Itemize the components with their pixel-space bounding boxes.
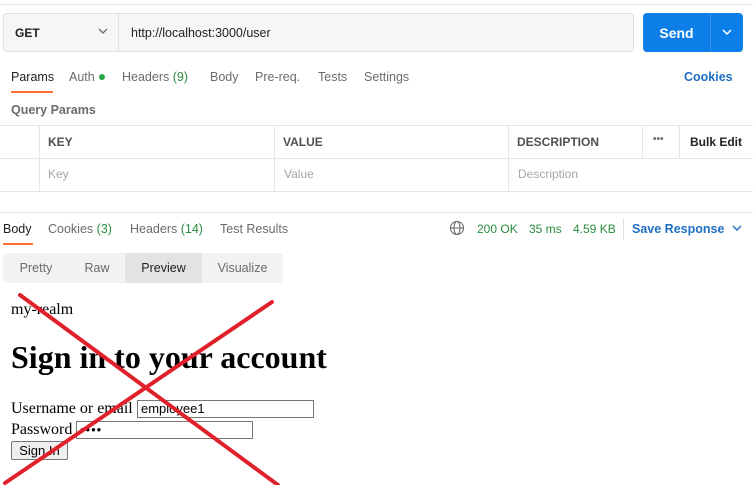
save-response-button[interactable]: Save Response [632,222,742,236]
query-params-title: Query Params [11,103,96,117]
col-divider [642,125,643,158]
response-tab-cookies[interactable]: Cookies (3) [48,222,112,236]
url-input[interactable]: http://localhost:3000/user [131,14,271,51]
tab-body[interactable]: Body [210,70,239,84]
view-preview[interactable]: Preview [125,253,202,283]
response-tab-test-results[interactable]: Test Results [220,222,288,236]
column-header-description: DESCRIPTION [517,135,600,149]
tab-headers[interactable]: Headers (9) [122,70,188,84]
send-button-group: Send [643,13,743,52]
method-select[interactable]: GET [4,14,119,51]
status-code[interactable]: 200 OK [477,222,518,236]
response-tab-cookies-label: Cookies [48,222,94,236]
table-border-mid [0,158,753,159]
col-divider [274,125,275,192]
chevron-down-icon [721,25,733,41]
send-options-button[interactable] [711,13,743,52]
status-divider [623,218,624,240]
table-border-bottom [0,191,753,192]
chevron-down-icon [98,26,108,39]
chevron-down-icon [732,222,742,236]
bulk-edit-button[interactable]: Bulk Edit [690,135,742,149]
response-headers-count: (14) [180,222,203,236]
response-preview: my-realm Sign in to your account Usernam… [0,290,753,485]
headers-count: (9) [172,70,189,84]
col-divider [39,125,40,192]
view-raw[interactable]: Raw [69,253,125,283]
view-pretty[interactable]: Pretty [3,253,69,283]
description-input[interactable]: Description [518,167,578,181]
active-tab-indicator [11,91,53,93]
view-visualize[interactable]: Visualize [202,253,283,283]
params-table: KEY VALUE DESCRIPTION ••• Bulk Edit Key … [0,125,753,192]
col-divider [679,125,680,158]
tab-headers-label: Headers [122,70,170,84]
save-response-label: Save Response [632,222,725,236]
tab-auth[interactable]: Auth [69,70,105,84]
response-tab-body[interactable]: Body [3,222,32,236]
column-header-key: KEY [48,135,73,149]
key-input[interactable]: Key [48,167,69,181]
response-tab-headers-label: Headers [130,222,178,236]
table-border-top [0,125,753,126]
tab-settings[interactable]: Settings [364,70,409,84]
send-button[interactable]: Send [643,13,710,52]
tab-prereq[interactable]: Pre-req. [255,70,300,84]
cookies-count: (3) [96,222,112,236]
response-size[interactable]: 4.59 KB [573,222,616,236]
method-label: GET [15,25,40,40]
view-mode-toggle: Pretty Raw Preview Visualize [3,253,283,283]
column-header-value: VALUE [283,135,323,149]
tab-auth-label: Auth [69,70,95,84]
active-response-tab-indicator [3,243,33,245]
value-input[interactable]: Value [284,167,314,181]
response-time[interactable]: 35 ms [529,222,562,236]
request-bar: GET http://localhost:3000/user [3,13,634,52]
response-divider [0,212,753,213]
cookies-link[interactable]: Cookies [684,70,733,84]
red-cross-mark [3,293,280,485]
more-options-button[interactable]: ••• [653,134,664,145]
auth-status-dot [98,73,105,80]
tab-tests[interactable]: Tests [318,70,347,84]
tab-params[interactable]: Params [11,70,54,84]
col-divider [508,125,509,192]
response-tab-headers[interactable]: Headers (14) [130,222,203,236]
top-divider [0,4,753,5]
globe-icon[interactable] [449,220,465,241]
